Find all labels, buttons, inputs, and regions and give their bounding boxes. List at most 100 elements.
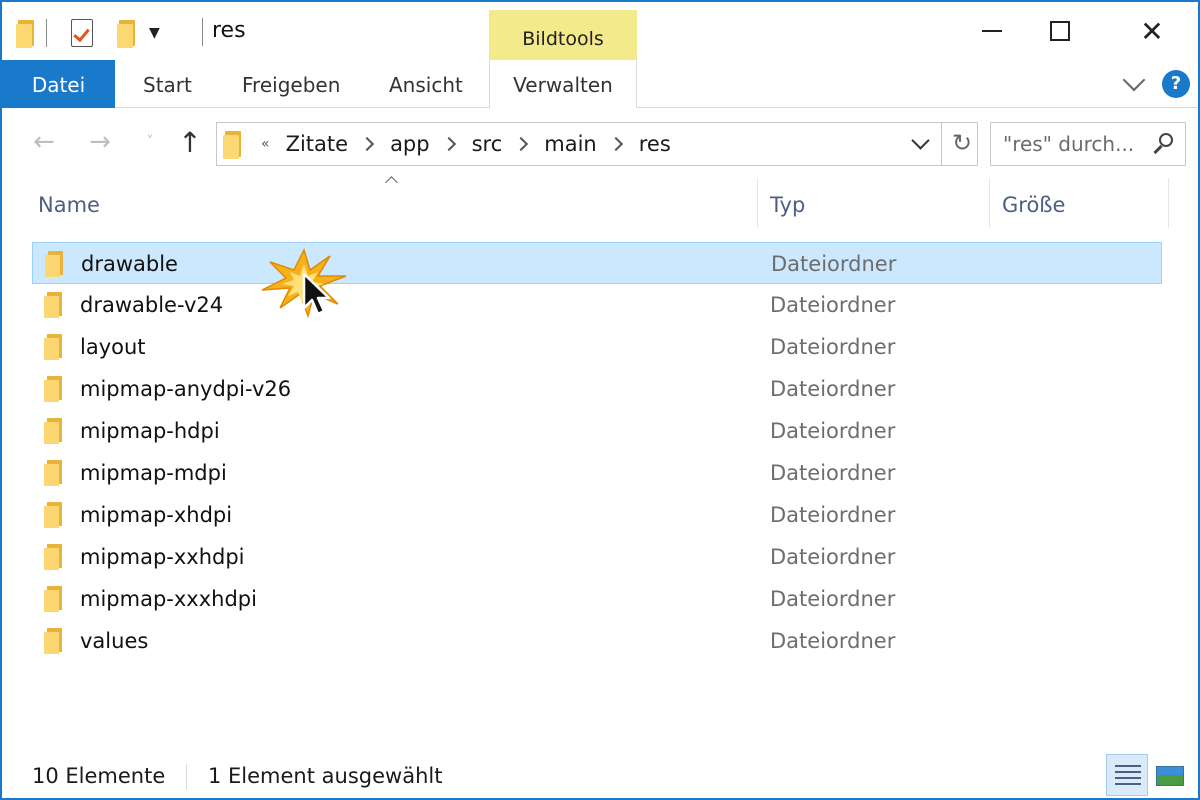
context-tab-group-label: Bildtools [489, 10, 637, 60]
list-item[interactable]: drawable Dateiordner [32, 242, 1162, 284]
file-type: Dateiordner [770, 545, 896, 569]
status-separator [186, 764, 187, 790]
list-item[interactable]: mipmap-mdpi Dateiordner [32, 452, 1162, 494]
mouse-cursor-icon [302, 272, 331, 316]
title-separator [202, 18, 203, 46]
list-item[interactable]: mipmap-hdpi Dateiordner [32, 410, 1162, 452]
explorer-window: ▼ res Bildtools ✕ Datei Start Freigeben … [0, 0, 1200, 800]
file-name: drawable-v24 [80, 293, 224, 317]
folder-icon [44, 543, 64, 571]
quick-access-toolbar: ▼ [16, 16, 160, 50]
chevron-down-icon[interactable] [911, 135, 931, 155]
file-type: Dateiordner [770, 587, 896, 611]
file-name: mipmap-xxhdpi [80, 545, 245, 569]
customize-dropdown-icon[interactable]: ▼ [149, 25, 160, 41]
list-item[interactable]: drawable-v24 Dateiordner [32, 284, 1162, 326]
file-type: Dateiordner [770, 503, 896, 527]
file-type: Dateiordner [770, 377, 896, 401]
list-item[interactable]: mipmap-anydpi-v26 Dateiordner [32, 368, 1162, 410]
tab-verwalten[interactable]: Verwalten [489, 60, 637, 108]
navigation-bar: ← → ˅ ↑ « Zitate app src main res ↻ "res [2, 110, 1198, 174]
list-item[interactable]: mipmap-xxxhdpi Dateiordner [32, 578, 1162, 620]
forward-arrow-icon[interactable]: → [82, 124, 118, 160]
file-name: values [80, 629, 149, 653]
back-arrow-icon[interactable]: ← [26, 124, 62, 160]
list-item[interactable]: mipmap-xxhdpi Dateiordner [32, 536, 1162, 578]
folder-icon[interactable] [16, 18, 36, 48]
file-type: Dateiordner [770, 629, 896, 653]
sort-ascending-icon [384, 174, 400, 186]
file-name: mipmap-xxxhdpi [80, 587, 257, 611]
folder-icon [45, 250, 65, 278]
minimize-icon [982, 30, 1002, 32]
new-folder-icon[interactable] [117, 18, 137, 48]
breadcrumb-overflow[interactable]: « [261, 136, 270, 152]
folder-icon [44, 627, 64, 655]
file-name: drawable [81, 252, 178, 276]
expand-ribbon-chevron-icon[interactable] [1122, 72, 1146, 96]
properties-check-icon[interactable] [71, 19, 93, 47]
large-icons-view-icon[interactable] [1154, 760, 1186, 790]
folder-icon [44, 375, 64, 403]
column-header-type[interactable]: Typ [770, 178, 805, 232]
details-view-icon[interactable] [1106, 754, 1148, 796]
search-placeholder: "res" durch... [1003, 132, 1135, 156]
column-divider[interactable] [1168, 178, 1169, 228]
column-divider[interactable] [757, 178, 758, 228]
file-type: Dateiordner [770, 335, 896, 359]
file-name: mipmap-mdpi [80, 461, 227, 485]
item-count: 10 Elemente [32, 764, 166, 788]
folder-icon [44, 585, 64, 613]
folder-icon [44, 291, 64, 319]
address-divider [941, 123, 942, 165]
breadcrumb-item[interactable]: Zitate [286, 132, 348, 156]
maximize-button[interactable] [1036, 10, 1084, 52]
file-type: Dateiordner [770, 293, 896, 317]
search-input[interactable]: "res" durch... [990, 122, 1186, 166]
column-divider[interactable] [989, 178, 990, 228]
address-bar[interactable]: « Zitate app src main res ↻ [216, 122, 978, 166]
breadcrumb-item[interactable]: res [639, 132, 671, 156]
folder-icon [44, 333, 64, 361]
window-title: res [212, 18, 246, 43]
file-name: mipmap-hdpi [80, 419, 220, 443]
breadcrumb-chevron-icon[interactable] [608, 136, 623, 152]
ribbon-tabs: Datei Start Freigeben Ansicht Verwalten … [2, 60, 1198, 108]
folder-icon [44, 417, 64, 445]
breadcrumb-item[interactable]: app [390, 132, 430, 156]
minimize-button[interactable] [968, 10, 1016, 52]
file-type: Dateiordner [771, 252, 897, 276]
close-button[interactable]: ✕ [1128, 10, 1176, 52]
up-arrow-icon[interactable]: ↑ [172, 124, 208, 160]
refresh-icon[interactable]: ↻ [949, 129, 975, 157]
qat-separator [46, 19, 47, 47]
file-type: Dateiordner [770, 419, 896, 443]
search-icon[interactable] [1151, 131, 1177, 157]
status-bar: 10 Elemente 1 Element ausgewählt [2, 754, 1198, 798]
file-name: layout [80, 335, 146, 359]
list-item[interactable]: values Dateiordner [32, 620, 1162, 662]
help-icon[interactable]: ? [1162, 70, 1190, 98]
file-name: mipmap-xhdpi [80, 503, 233, 527]
close-icon: ✕ [1140, 14, 1164, 48]
folder-icon [223, 129, 243, 159]
title-bar: ▼ res Bildtools ✕ [2, 2, 1198, 60]
tab-ansicht[interactable]: Ansicht [389, 60, 463, 108]
column-header-name[interactable]: Name [38, 178, 100, 232]
breadcrumb-chevron-icon[interactable] [441, 136, 456, 152]
breadcrumb-item[interactable]: src [472, 132, 503, 156]
list-item[interactable]: layout Dateiordner [32, 326, 1162, 368]
file-list: drawable Dateiordner drawable-v24 Dateio… [32, 242, 1162, 662]
breadcrumb: « Zitate app src main res [261, 123, 681, 165]
tab-datei[interactable]: Datei [2, 60, 115, 108]
column-header-size[interactable]: Größe [1002, 178, 1065, 232]
breadcrumb-chevron-icon[interactable] [359, 136, 375, 152]
tab-start[interactable]: Start [143, 60, 192, 108]
list-item[interactable]: mipmap-xhdpi Dateiordner [32, 494, 1162, 536]
folder-icon [44, 459, 64, 487]
breadcrumb-item[interactable]: main [544, 132, 596, 156]
recent-locations-icon[interactable]: ˅ [132, 124, 168, 160]
breadcrumb-chevron-icon[interactable] [514, 136, 529, 152]
tab-freigeben[interactable]: Freigeben [242, 60, 340, 108]
file-type: Dateiordner [770, 461, 896, 485]
